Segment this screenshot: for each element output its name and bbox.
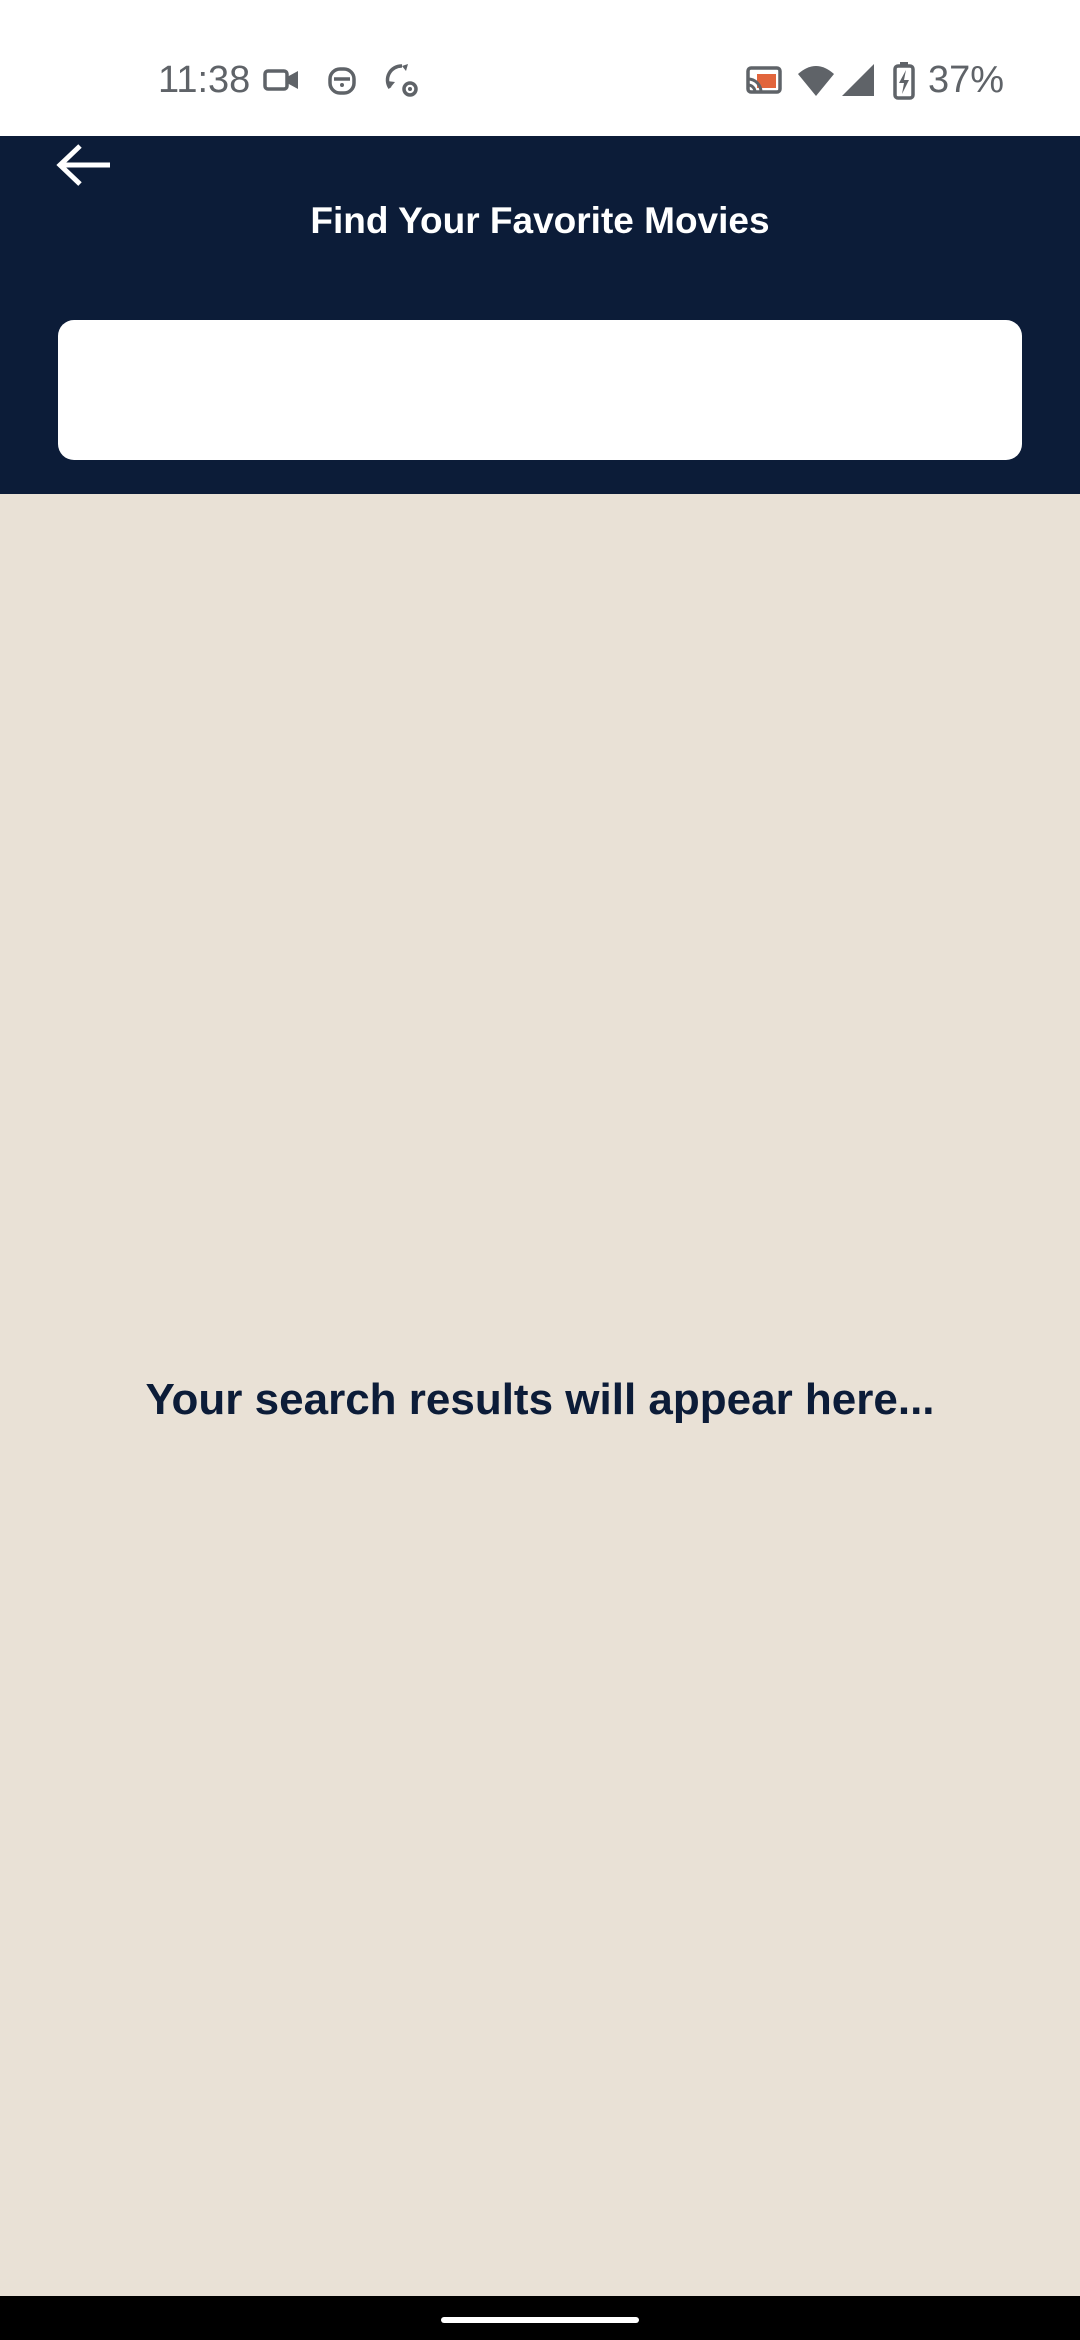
arrow-left-icon (52, 144, 122, 194)
wifi-icon (796, 60, 836, 100)
battery-percent: 37% (928, 59, 1005, 101)
back-button[interactable] (52, 140, 122, 190)
cell-signal-icon (838, 60, 878, 100)
cast-icon (744, 60, 784, 100)
video-camera-icon (262, 60, 302, 100)
gesture-handle[interactable] (441, 2317, 639, 2323)
status-time: 11:38 (158, 59, 251, 101)
battery-charging-icon (884, 60, 924, 100)
sync-settings-icon (382, 60, 422, 100)
empty-state-message: Your search results will appear here... (145, 1375, 935, 1424)
robot-icon (322, 60, 362, 100)
status-bar: 11:38 37% (0, 0, 1080, 136)
search-input[interactable] (58, 320, 1022, 460)
page-title: Find Your Favorite Movies (310, 200, 770, 241)
